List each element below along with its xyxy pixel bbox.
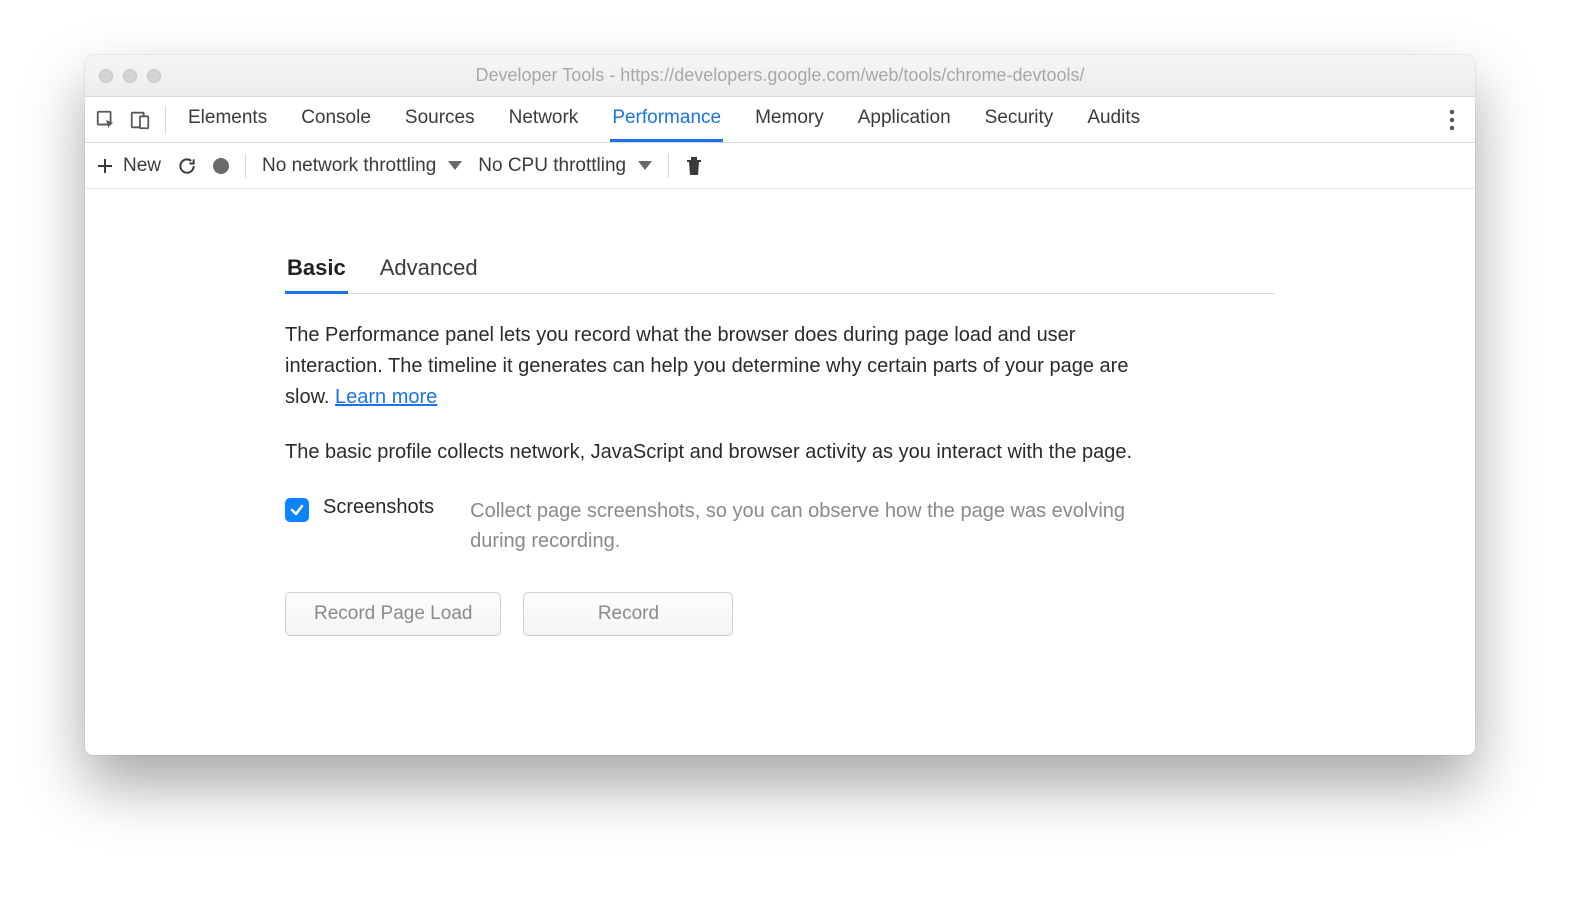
titlebar: Developer Tools - https://developers.goo… xyxy=(85,55,1475,97)
more-options-icon[interactable] xyxy=(1449,109,1455,131)
tab-network[interactable]: Network xyxy=(507,97,581,142)
zoom-window-button[interactable] xyxy=(147,69,161,83)
new-recording-button[interactable]: New xyxy=(97,155,161,177)
cpu-throttle-dropdown[interactable]: No CPU throttling xyxy=(478,155,652,177)
divider xyxy=(668,154,669,178)
intro-paragraph: The Performance panel lets you record wh… xyxy=(285,320,1165,413)
screenshots-label: Screenshots xyxy=(323,496,434,519)
tab-memory[interactable]: Memory xyxy=(753,97,826,142)
screenshots-option: Screenshots Collect page screenshots, so… xyxy=(285,496,1165,556)
network-throttle-label: No network throttling xyxy=(262,155,436,177)
tab-performance[interactable]: Performance xyxy=(610,97,723,142)
tab-console[interactable]: Console xyxy=(299,97,373,142)
performance-panel-content: Basic Advanced The Performance panel let… xyxy=(85,189,1475,755)
devtools-tabbar: Elements Console Sources Network Perform… xyxy=(85,97,1475,143)
performance-toolbar: New No network throttling No CPU throttl… xyxy=(85,143,1475,189)
close-window-button[interactable] xyxy=(99,69,113,83)
record-icon[interactable] xyxy=(213,158,229,174)
delete-icon[interactable] xyxy=(685,156,703,176)
record-page-load-button[interactable]: Record Page Load xyxy=(285,592,501,636)
devtools-tabs: Elements Console Sources Network Perform… xyxy=(186,97,1449,142)
tab-security[interactable]: Security xyxy=(983,97,1056,142)
window-title: Developer Tools - https://developers.goo… xyxy=(85,65,1475,86)
subtab-advanced[interactable]: Advanced xyxy=(378,249,480,294)
chevron-down-icon xyxy=(448,161,462,170)
device-toolbar-icon[interactable] xyxy=(129,109,151,131)
screenshots-description: Collect page screenshots, so you can obs… xyxy=(470,496,1165,556)
network-throttle-dropdown[interactable]: No network throttling xyxy=(262,155,462,177)
profile-subtabs: Basic Advanced xyxy=(285,249,1275,294)
cpu-throttle-label: No CPU throttling xyxy=(478,155,626,177)
chevron-down-icon xyxy=(638,161,652,170)
action-buttons: Record Page Load Record xyxy=(285,592,1275,636)
basic-description: The basic profile collects network, Java… xyxy=(285,437,1165,468)
tab-application[interactable]: Application xyxy=(856,97,953,142)
new-recording-label: New xyxy=(123,155,161,177)
learn-more-link[interactable]: Learn more xyxy=(335,386,437,408)
reload-icon[interactable] xyxy=(177,156,197,176)
subtab-basic[interactable]: Basic xyxy=(285,249,348,294)
minimize-window-button[interactable] xyxy=(123,69,137,83)
traffic-lights xyxy=(99,69,161,83)
tab-audits[interactable]: Audits xyxy=(1085,97,1142,142)
screenshots-checkbox[interactable] xyxy=(285,498,309,522)
devtools-window: Developer Tools - https://developers.goo… xyxy=(85,55,1475,755)
tab-sources[interactable]: Sources xyxy=(403,97,477,142)
divider xyxy=(245,154,246,178)
tab-elements[interactable]: Elements xyxy=(186,97,269,142)
inspect-element-icon[interactable] xyxy=(95,109,117,131)
record-button[interactable]: Record xyxy=(523,592,733,636)
